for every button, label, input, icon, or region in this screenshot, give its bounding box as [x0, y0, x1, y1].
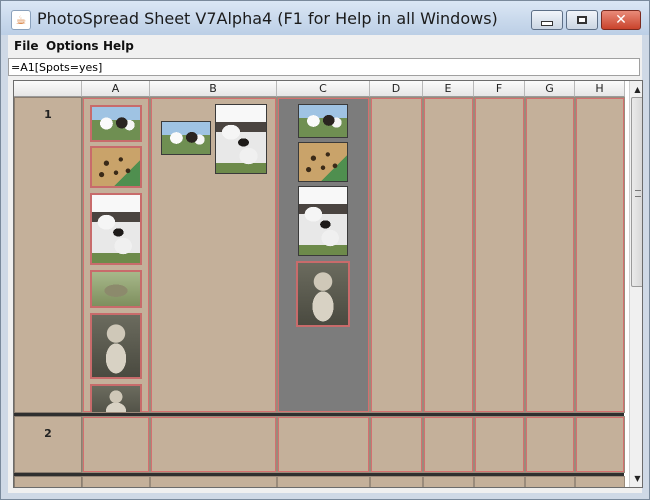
minimize-button[interactable] — [531, 10, 563, 30]
menu-options[interactable]: Options — [46, 39, 99, 53]
maximize-button[interactable] — [566, 10, 598, 30]
cell-b2[interactable] — [150, 416, 277, 473]
row-header-1[interactable]: 1 — [14, 97, 82, 413]
cell-a1[interactable] — [82, 97, 150, 413]
photo-snow-leopard[interactable] — [90, 313, 142, 379]
column-header-f[interactable]: F — [474, 81, 525, 97]
cell-g1[interactable] — [525, 97, 575, 413]
cell-f2[interactable] — [474, 416, 525, 473]
photo-rhino[interactable] — [90, 270, 142, 308]
grip-icon — [635, 190, 641, 197]
client-area: File Options Help =A1[Spots=yes] A B C D… — [8, 35, 643, 493]
column-header-a[interactable]: A — [82, 81, 150, 97]
corner-header — [14, 81, 82, 97]
cell-b3[interactable] — [150, 476, 277, 487]
scroll-down-arrow-icon[interactable]: ▼ — [631, 471, 642, 485]
photo-cow-closeup[interactable] — [215, 104, 267, 174]
column-header-e[interactable]: E — [423, 81, 474, 97]
cell-g2[interactable] — [525, 416, 575, 473]
cell-h2[interactable] — [575, 416, 625, 473]
cell-h3[interactable] — [575, 476, 625, 487]
column-header-g[interactable]: G — [525, 81, 575, 97]
formula-input[interactable]: =A1[Spots=yes] — [8, 58, 640, 76]
cell-c2[interactable] — [277, 416, 370, 473]
cell-a3[interactable] — [82, 476, 150, 487]
spreadsheet-grid: A B C D E F G H 1 2 ▲ ▼ — [13, 80, 643, 488]
menu-help[interactable]: Help — [103, 39, 134, 53]
photo-leopard[interactable] — [90, 146, 142, 188]
photo-cows[interactable] — [161, 121, 211, 155]
window-title: PhotoSpread Sheet V7Alpha4 (F1 for Help … — [37, 9, 498, 28]
cell-e3[interactable] — [423, 476, 474, 487]
photo-cow-closeup[interactable] — [90, 193, 142, 265]
photo-cows[interactable] — [90, 105, 142, 142]
app-window: ☕ PhotoSpread Sheet V7Alpha4 (F1 for Hel… — [0, 0, 650, 500]
photo-leopard[interactable] — [298, 142, 348, 182]
cell-d3[interactable] — [370, 476, 423, 487]
cell-g3[interactable] — [525, 476, 575, 487]
cell-e1[interactable] — [423, 97, 474, 413]
cell-c3[interactable] — [277, 476, 370, 487]
vertical-scrollbar[interactable]: ▲ ▼ — [629, 81, 642, 487]
scrollbar-thumb[interactable] — [631, 97, 642, 287]
photo-snow-leopard[interactable] — [296, 261, 350, 327]
column-header-c[interactable]: C — [277, 81, 370, 97]
cell-h1[interactable] — [575, 97, 625, 413]
cell-e2[interactable] — [423, 416, 474, 473]
menu-file[interactable]: File — [14, 39, 39, 53]
scroll-up-arrow-icon[interactable]: ▲ — [631, 82, 642, 96]
cell-f3[interactable] — [474, 476, 525, 487]
cell-d2[interactable] — [370, 416, 423, 473]
minimize-icon — [541, 20, 553, 26]
menu-bar: File Options Help — [8, 35, 642, 57]
photo-cow-closeup[interactable] — [298, 186, 348, 256]
java-cup-icon: ☕ — [11, 10, 31, 30]
photo-snow-leopard[interactable] — [90, 384, 142, 412]
column-header-h[interactable]: H — [575, 81, 625, 97]
close-button[interactable]: ✕ — [601, 10, 641, 30]
column-header-d[interactable]: D — [370, 81, 423, 97]
maximize-icon — [577, 16, 587, 24]
title-bar[interactable]: ☕ PhotoSpread Sheet V7Alpha4 (F1 for Hel… — [1, 1, 649, 35]
cell-a2[interactable] — [82, 416, 150, 473]
cell-c1[interactable] — [277, 97, 370, 413]
row-header-3[interactable]: 3 — [14, 476, 82, 487]
cell-b1[interactable] — [150, 97, 277, 413]
close-icon: ✕ — [615, 12, 627, 28]
column-header-b[interactable]: B — [150, 81, 277, 97]
photo-cows[interactable] — [298, 104, 348, 138]
row-header-2[interactable]: 2 — [14, 416, 82, 473]
cell-d1[interactable] — [370, 97, 423, 413]
cell-f1[interactable] — [474, 97, 525, 413]
